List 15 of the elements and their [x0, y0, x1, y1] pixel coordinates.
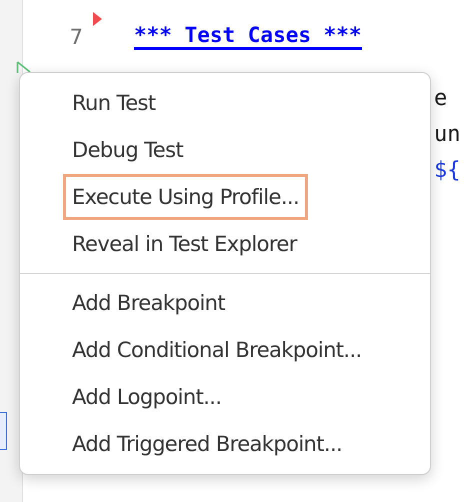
menu-item[interactable]: Add Triggered Breakpoint...: [64, 422, 350, 466]
menu-item[interactable]: Execute Using Profile...: [64, 175, 308, 219]
menu-item[interactable]: Add Breakpoint: [64, 281, 234, 325]
code-text: e: [434, 86, 448, 113]
menu-item[interactable]: Run Test: [64, 81, 164, 125]
run-test-icon[interactable]: [16, 61, 32, 73]
menu-item[interactable]: Reveal in Test Explorer: [64, 222, 305, 266]
selection-marker: [0, 412, 7, 450]
code-text: ${: [434, 158, 462, 185]
code-text: *** Test Cases ***: [134, 23, 362, 50]
menu-item[interactable]: Add Logpoint...: [64, 375, 230, 419]
line-number: 7: [68, 24, 83, 48]
menu-item[interactable]: Add Conditional Breakpoint...: [64, 328, 370, 372]
menu-item[interactable]: Debug Test: [64, 128, 192, 172]
code-text: un: [434, 122, 462, 149]
